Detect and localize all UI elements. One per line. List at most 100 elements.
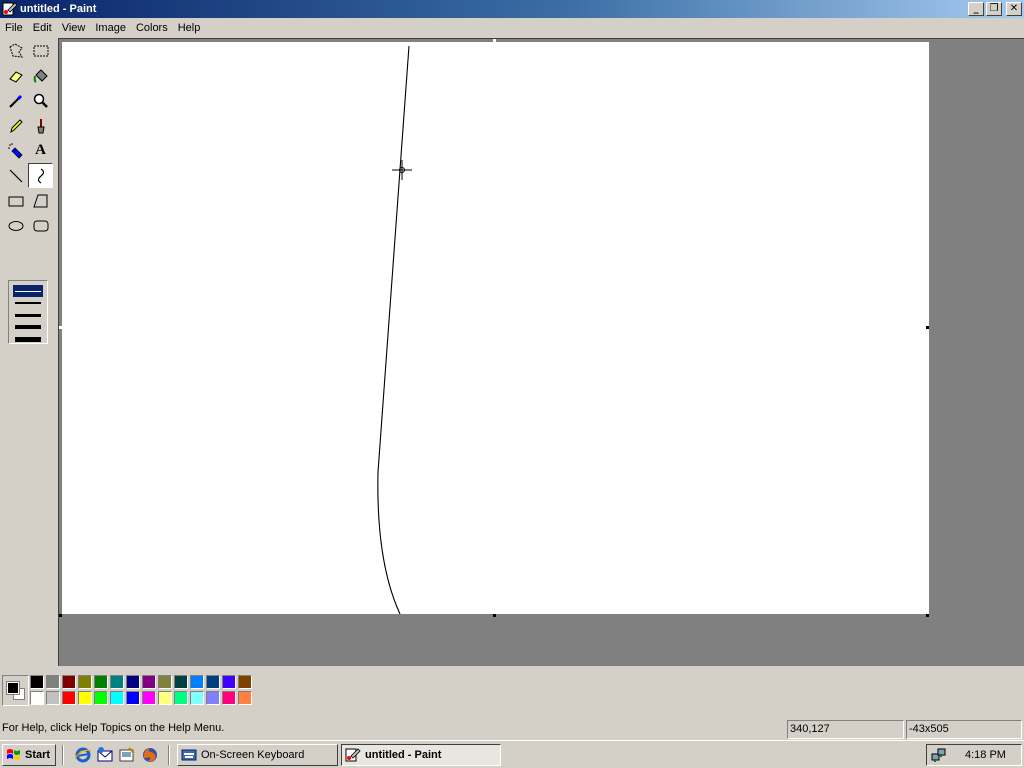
foreground-color xyxy=(6,681,20,695)
palette-swatch[interactable] xyxy=(126,675,140,689)
free-form-select-icon xyxy=(8,42,23,58)
paint-app-icon xyxy=(2,2,18,16)
palette-swatch[interactable] xyxy=(190,691,204,705)
outlook-express-icon[interactable] xyxy=(96,746,114,764)
tool-pick-color[interactable] xyxy=(3,88,28,113)
palette-swatch[interactable] xyxy=(206,675,220,689)
status-selection-size: -43x505 xyxy=(906,720,1022,739)
width-option-2[interactable] xyxy=(13,297,43,309)
menu-edit[interactable]: Edit xyxy=(28,18,57,38)
tool-fill[interactable] xyxy=(28,63,53,88)
palette-swatch[interactable] xyxy=(94,675,108,689)
menu-colors[interactable]: Colors xyxy=(131,18,173,38)
drawing-canvas[interactable] xyxy=(62,42,929,614)
palette-swatch[interactable] xyxy=(62,691,76,705)
tool-brush[interactable] xyxy=(28,113,53,138)
resize-handle-bottom[interactable] xyxy=(493,614,496,617)
tool-magnifier[interactable] xyxy=(28,88,53,113)
paint-app-icon xyxy=(345,748,361,762)
menu-bar: File Edit View Image Colors Help xyxy=(0,18,1024,38)
tool-select[interactable] xyxy=(28,38,53,63)
ellipse-icon xyxy=(8,220,23,231)
minimize-button[interactable]: _ xyxy=(968,2,984,16)
palette-swatch[interactable] xyxy=(142,691,156,705)
width-option-4[interactable] xyxy=(13,321,43,333)
resize-handle-corner[interactable] xyxy=(926,614,929,617)
task-label: untitled - Paint xyxy=(365,749,442,761)
tool-eraser[interactable] xyxy=(3,63,28,88)
rounded-rectangle-icon xyxy=(33,220,48,231)
start-button[interactable]: Start xyxy=(2,744,56,766)
palette-swatch[interactable] xyxy=(238,675,252,689)
palette-swatch[interactable] xyxy=(158,675,172,689)
show-desktop-icon[interactable] xyxy=(118,746,136,764)
static-handle-bottom-left xyxy=(59,614,62,617)
keyboard-icon xyxy=(181,749,197,761)
palette-swatch[interactable] xyxy=(222,691,236,705)
window-title: untitled - Paint xyxy=(20,3,97,15)
palette-swatch[interactable] xyxy=(158,691,172,705)
network-icon[interactable] xyxy=(931,747,947,763)
firefox-icon[interactable] xyxy=(141,746,159,764)
tool-airbrush[interactable] xyxy=(3,138,28,163)
restore-button[interactable]: ❐ xyxy=(986,2,1002,16)
width-option-5[interactable] xyxy=(13,333,43,345)
menu-help[interactable]: Help xyxy=(173,18,206,38)
tool-rounded-rectangle[interactable] xyxy=(28,213,53,238)
palette-swatch[interactable] xyxy=(206,691,220,705)
menu-image[interactable]: Image xyxy=(90,18,131,38)
palette-swatch[interactable] xyxy=(142,675,156,689)
palette-swatch[interactable] xyxy=(222,675,236,689)
palette-swatch[interactable] xyxy=(174,675,188,689)
tool-curve[interactable] xyxy=(28,163,53,188)
palette-swatch[interactable] xyxy=(78,691,92,705)
palette-swatch[interactable] xyxy=(190,675,204,689)
crosshair-cursor xyxy=(392,160,412,180)
palette-swatch[interactable] xyxy=(110,675,124,689)
taskbar-separator xyxy=(168,745,170,765)
tool-ellipse[interactable] xyxy=(3,213,28,238)
paint-bucket-icon xyxy=(33,68,48,83)
line-width-selector xyxy=(8,280,48,344)
eyedropper-icon xyxy=(8,94,22,108)
palette-swatch[interactable] xyxy=(174,691,188,705)
airbrush-icon xyxy=(7,142,23,159)
internet-explorer-icon[interactable] xyxy=(74,746,92,764)
palette-swatch[interactable] xyxy=(110,691,124,705)
status-cursor-position: 340,127 xyxy=(787,720,904,739)
palette-swatch[interactable] xyxy=(94,691,108,705)
tool-pencil[interactable] xyxy=(3,113,28,138)
menu-view[interactable]: View xyxy=(57,18,91,38)
status-bar: For Help, click Help Topics on the Help … xyxy=(0,718,1024,740)
current-colors[interactable] xyxy=(2,675,29,706)
palette-swatch[interactable] xyxy=(46,691,60,705)
tool-rectangle[interactable] xyxy=(3,188,28,213)
width-option-3[interactable] xyxy=(13,309,43,321)
menu-file[interactable]: File xyxy=(0,18,28,38)
task-paint[interactable]: untitled - Paint xyxy=(341,744,501,766)
tool-free-form-select[interactable] xyxy=(3,38,28,63)
task-on-screen-keyboard[interactable]: On-Screen Keyboard xyxy=(177,744,338,766)
palette-swatch[interactable] xyxy=(30,691,44,705)
palette-swatch[interactable] xyxy=(62,675,76,689)
palette-swatch[interactable] xyxy=(46,675,60,689)
toolbox: A xyxy=(0,38,56,666)
start-label: Start xyxy=(25,749,51,761)
width-option-1[interactable] xyxy=(13,285,43,297)
taskbar-separator xyxy=(62,745,64,765)
close-button[interactable]: ✕ xyxy=(1006,2,1022,16)
drawn-curve xyxy=(377,45,412,614)
palette-swatch[interactable] xyxy=(126,691,140,705)
palette-swatch[interactable] xyxy=(238,691,252,705)
title-bar[interactable]: untitled - Paint _ ❐ ✕ xyxy=(0,0,1024,18)
tool-text[interactable]: A xyxy=(28,138,53,163)
brush-icon xyxy=(36,118,45,133)
eraser-icon xyxy=(8,70,23,83)
resize-handle-right[interactable] xyxy=(926,326,929,329)
palette-swatch[interactable] xyxy=(30,675,44,689)
clock[interactable]: 4:18 PM xyxy=(965,749,1006,761)
palette-swatch[interactable] xyxy=(78,675,92,689)
tool-line[interactable] xyxy=(3,163,28,188)
windows-flag-icon xyxy=(7,749,20,760)
tool-polygon[interactable] xyxy=(28,188,53,213)
